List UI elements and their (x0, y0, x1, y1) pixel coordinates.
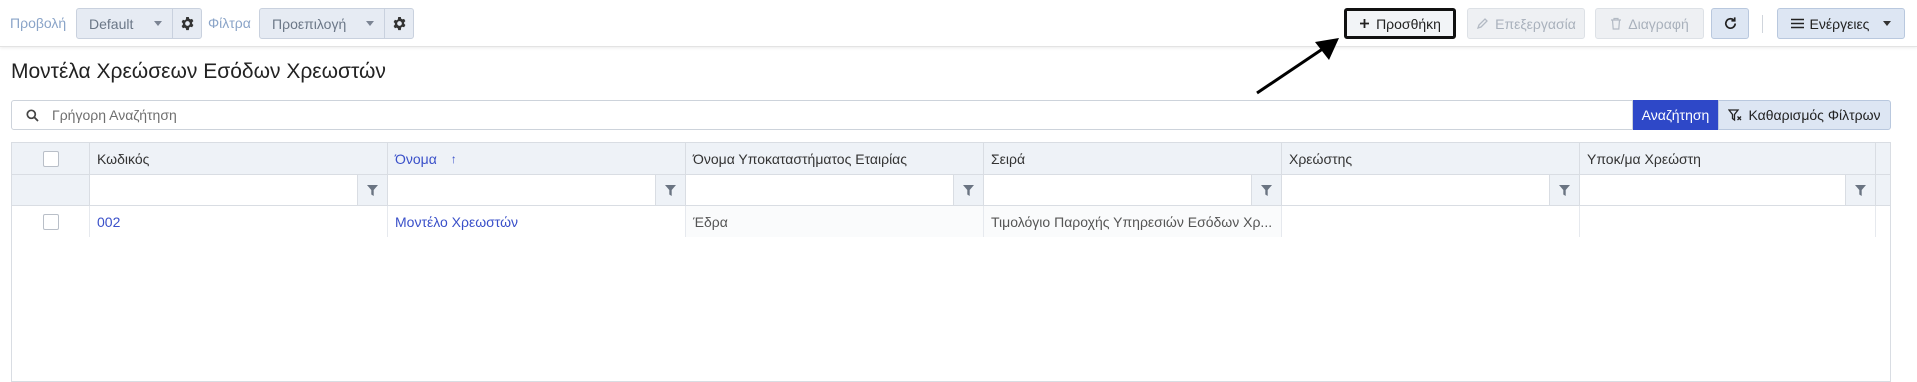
filter-input-code[interactable] (90, 175, 357, 205)
gear-icon (393, 16, 405, 31)
clear-filters-button[interactable]: Καθαρισμός Φίλτρων (1718, 100, 1891, 130)
plus-icon (1360, 19, 1370, 28)
grid-filter-row (12, 175, 1890, 206)
filter-button-name[interactable] (655, 175, 685, 205)
refresh-icon (1724, 17, 1736, 29)
column-header-branch-name[interactable]: Όνομα Υποκαταστήματος Εταιρίας (686, 143, 984, 174)
view-settings-button[interactable] (172, 9, 201, 38)
search-button[interactable]: Αναζήτηση (1633, 100, 1718, 130)
filter-cell-debtor (1282, 175, 1580, 205)
page-title: Μοντέλα Χρεώσεων Εσόδων Χρεωστών (11, 60, 386, 83)
column-header-name[interactable]: Όνομα ↑ (388, 143, 686, 174)
filter-button-branch-name[interactable] (953, 175, 983, 205)
filter-button-code[interactable] (357, 175, 387, 205)
gear-icon (181, 16, 193, 31)
add-button-label: Προσθήκη (1376, 15, 1441, 32)
filter-icon (1261, 184, 1272, 196)
hamburger-icon (1790, 18, 1804, 29)
filters-label: Φίλτρα (208, 15, 251, 31)
toolbar-divider (1762, 15, 1763, 33)
filter-button-debtor[interactable] (1549, 175, 1579, 205)
filter-input-series[interactable] (984, 175, 1251, 205)
delete-button-label: Διαγραφή (1628, 15, 1689, 32)
column-header-debtor[interactable]: Χρεώστης (1282, 143, 1580, 174)
column-header-series[interactable]: Σειρά (984, 143, 1282, 174)
select-all-checkbox[interactable] (42, 150, 59, 167)
refresh-button[interactable] (1711, 8, 1749, 39)
row-checkbox[interactable] (42, 213, 59, 230)
trash-icon (1611, 17, 1622, 30)
cell-debtor (1282, 206, 1580, 237)
annotation-arrow (1256, 38, 1339, 95)
filter-icon (367, 184, 378, 196)
column-header-debtor-branch[interactable]: Υποκ/μα Χρεώστη (1580, 143, 1876, 174)
cell-series: Τιμολόγιο Παροχής Υπηρεσιών Εσόδων Χρ... (984, 206, 1282, 237)
filters-select[interactable]: Προεπιλογή (259, 8, 414, 39)
cell-code[interactable]: 002 (90, 206, 388, 237)
filter-button-debtor-branch[interactable] (1845, 175, 1875, 205)
filter-input-debtor-branch[interactable] (1580, 175, 1845, 205)
view-select-value: Default (89, 15, 134, 32)
cell-debtor-branch (1580, 206, 1876, 237)
column-header-name-label: Όνομα (395, 150, 437, 167)
view-label: Προβολή (10, 15, 67, 31)
chevron-down-icon (1883, 21, 1892, 26)
data-grid: Κωδικός Όνομα ↑ Όνομα Υποκαταστήματος Ετ… (11, 142, 1891, 382)
actions-menu-button[interactable]: Ενέργειες (1777, 8, 1905, 39)
pencil-icon (1477, 18, 1489, 30)
filter-icon (963, 184, 974, 196)
quick-search-input[interactable] (52, 107, 1632, 123)
top-toolbar: Προβολή Default Φίλτρα Προεπιλογή Προσθή… (0, 0, 1917, 47)
filter-icon (1855, 184, 1866, 196)
quick-search-box (11, 100, 1633, 130)
sort-asc-icon: ↑ (450, 151, 457, 166)
filter-row-spacer (12, 175, 90, 205)
search-icon (12, 108, 52, 122)
edit-button-label: Επεξεργασία (1495, 15, 1576, 32)
chevron-down-icon (154, 21, 162, 26)
select-all-cell (12, 143, 90, 174)
delete-button[interactable]: Διαγραφή (1595, 8, 1704, 39)
add-button[interactable]: Προσθήκη (1344, 8, 1456, 39)
filter-button-series[interactable] (1251, 175, 1281, 205)
filter-cell-branch-name (686, 175, 984, 205)
filter-input-name[interactable] (388, 175, 655, 205)
filter-cell-series (984, 175, 1282, 205)
row-select-cell (12, 206, 90, 237)
clear-filter-icon (1728, 108, 1742, 121)
grid-header-row: Κωδικός Όνομα ↑ Όνομα Υποκαταστήματος Ετ… (12, 143, 1890, 175)
filter-icon (1559, 184, 1570, 196)
column-header-code[interactable]: Κωδικός (90, 143, 388, 174)
filter-cell-debtor-branch (1580, 175, 1876, 205)
cell-name[interactable]: Μοντέλο Χρεωστών (388, 206, 686, 237)
filters-settings-button[interactable] (384, 9, 413, 38)
table-row[interactable]: 002 Μοντέλο Χρεωστών Έδρα Τιμολόγιο Παρο… (12, 206, 1876, 237)
filter-icon (665, 184, 676, 196)
cell-branch-name: Έδρα (686, 206, 984, 237)
filter-scroll-spacer (1876, 175, 1890, 205)
clear-filters-label: Καθαρισμός Φίλτρων (1748, 107, 1881, 123)
actions-menu-label: Ενέργειες (1809, 15, 1870, 32)
view-select[interactable]: Default (76, 8, 202, 39)
header-scroll-spacer (1876, 143, 1890, 174)
filter-input-debtor[interactable] (1282, 175, 1549, 205)
filter-input-branch-name[interactable] (686, 175, 953, 205)
edit-button[interactable]: Επεξεργασία (1467, 8, 1585, 39)
filter-cell-name (388, 175, 686, 205)
filter-cell-code (90, 175, 388, 205)
chevron-down-icon (366, 21, 374, 26)
filters-select-value: Προεπιλογή (272, 15, 347, 32)
